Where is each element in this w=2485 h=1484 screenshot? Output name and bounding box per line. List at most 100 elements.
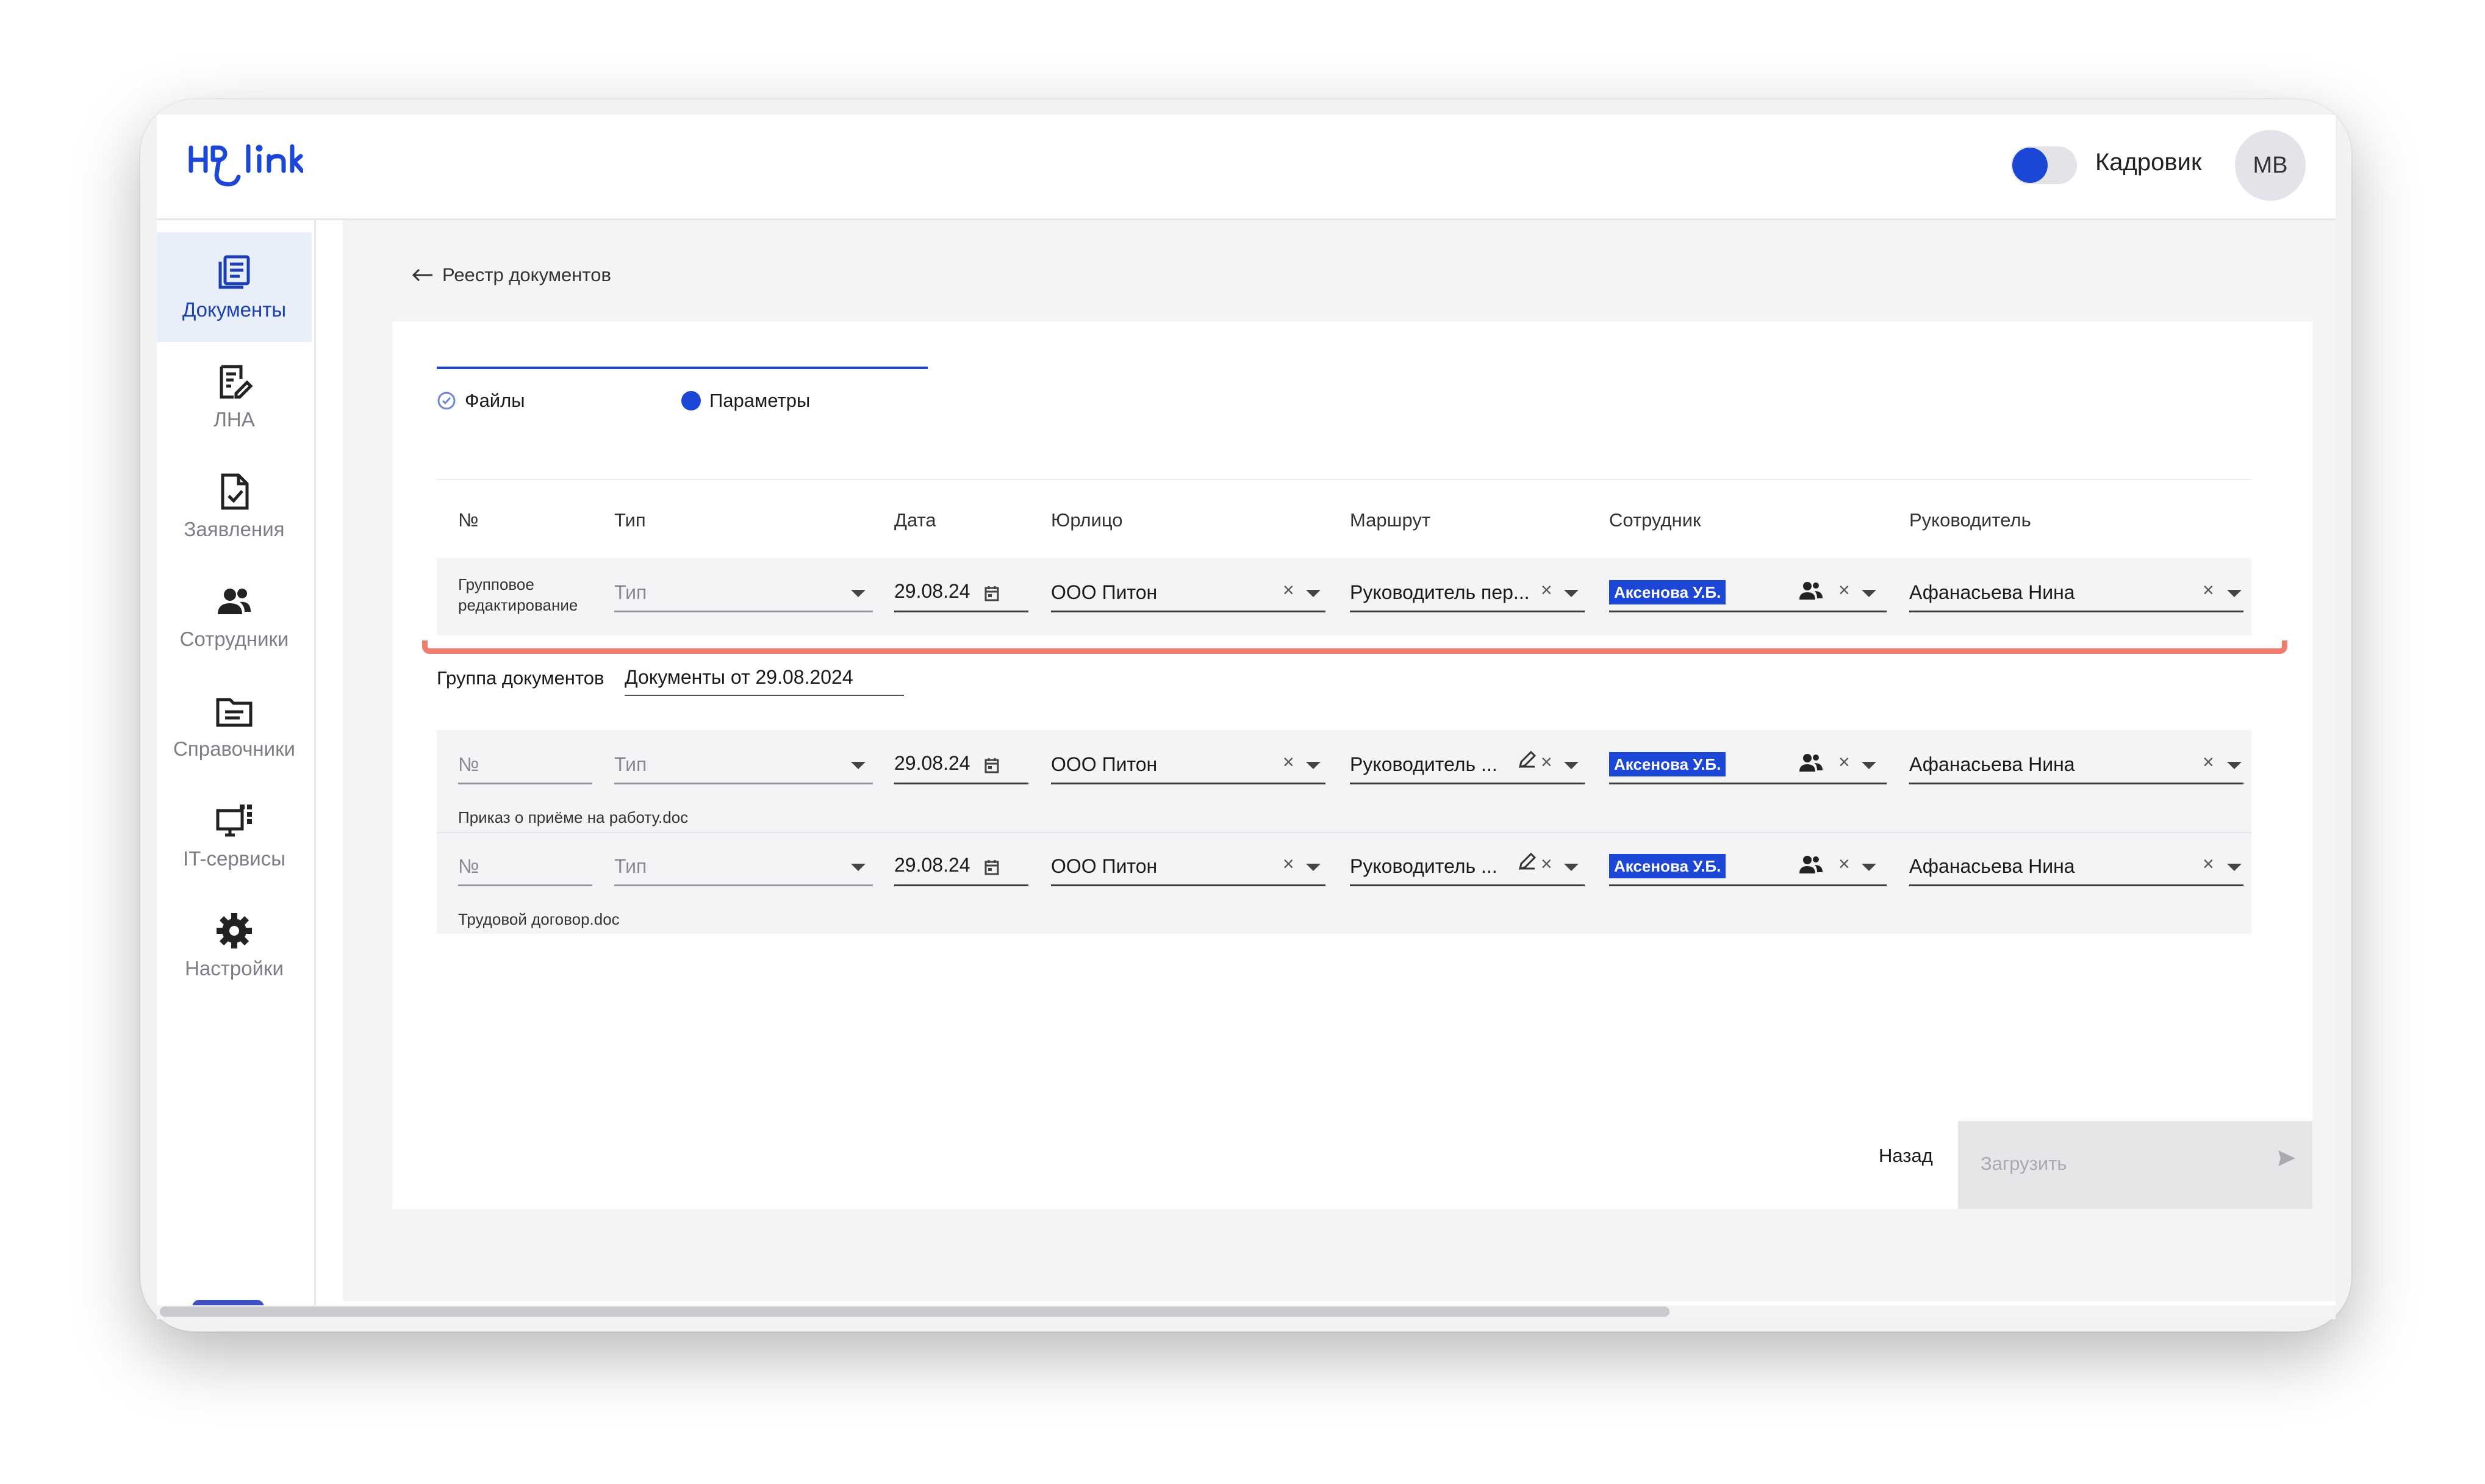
type-select[interactable]: Тип bbox=[614, 855, 647, 878]
role-toggle[interactable] bbox=[2011, 146, 2077, 184]
legal-entity-select[interactable]: ООО Питон bbox=[1051, 581, 1157, 604]
chevron-down-icon[interactable] bbox=[2227, 864, 2242, 871]
sidebar-item-employees[interactable]: Сотрудники bbox=[157, 562, 312, 672]
clear-icon[interactable]: × bbox=[1838, 853, 1850, 875]
chevron-down-icon[interactable] bbox=[851, 590, 866, 597]
field-underline bbox=[614, 611, 873, 612]
clear-icon[interactable]: × bbox=[2203, 853, 2214, 875]
pencil-icon[interactable] bbox=[1516, 748, 1538, 770]
chevron-down-icon[interactable] bbox=[1862, 762, 1876, 769]
clear-icon[interactable]: × bbox=[1283, 751, 1294, 773]
number-input[interactable]: № bbox=[458, 753, 479, 776]
step-files[interactable]: Файлы bbox=[437, 390, 525, 412]
step-parameters[interactable]: Параметры bbox=[681, 390, 810, 412]
type-select[interactable]: Тип bbox=[614, 753, 647, 776]
group-name-input[interactable]: Документы от 29.08.2024 bbox=[625, 666, 853, 689]
employee-tag[interactable]: Аксенова У.Б. bbox=[1609, 854, 1726, 878]
clear-icon[interactable]: × bbox=[2203, 579, 2214, 601]
employees-icon[interactable] bbox=[1799, 854, 1823, 875]
manager-select[interactable]: Афанасьева Нина bbox=[1909, 855, 2075, 878]
field-underline bbox=[458, 783, 592, 784]
date-input[interactable]: 29.08.24 bbox=[894, 752, 970, 775]
clear-icon[interactable]: × bbox=[1283, 853, 1294, 875]
legal-entity-select[interactable]: ООО Питон bbox=[1051, 753, 1157, 776]
type-select[interactable]: Тип bbox=[614, 581, 647, 604]
field-underline bbox=[614, 783, 873, 784]
chevron-down-icon[interactable] bbox=[1306, 590, 1321, 597]
date-input[interactable]: 29.08.24 bbox=[894, 580, 970, 603]
chevron-down-icon[interactable] bbox=[1862, 864, 1876, 871]
chevron-down-icon[interactable] bbox=[851, 864, 866, 871]
scrollbar-thumb[interactable] bbox=[160, 1307, 1669, 1317]
send-icon bbox=[2278, 1150, 2295, 1166]
employees-icon bbox=[218, 589, 251, 614]
employees-icon[interactable] bbox=[1799, 752, 1823, 773]
sidebar-item-it-services[interactable]: IT-сервисы bbox=[157, 781, 312, 891]
back-button[interactable]: Назад bbox=[1879, 1145, 1933, 1167]
clear-icon[interactable]: × bbox=[1838, 751, 1850, 773]
step-label: Параметры bbox=[709, 390, 811, 411]
column-header-manager: Руководитель bbox=[1909, 509, 2031, 531]
role-label: Кадровик bbox=[2095, 149, 2202, 176]
field-underline bbox=[1051, 611, 1325, 612]
legal-entity-select[interactable]: ООО Питон bbox=[1051, 855, 1157, 878]
chevron-down-icon[interactable] bbox=[1564, 590, 1579, 597]
manager-select[interactable]: Афанасьева Нина bbox=[1909, 753, 2075, 776]
lna-icon bbox=[220, 365, 253, 399]
sidebar-item-label: ЛНА bbox=[213, 408, 255, 431]
clear-icon[interactable]: × bbox=[1838, 579, 1850, 601]
group-name-label: Группа документов bbox=[437, 667, 604, 689]
hrlink-logo[interactable] bbox=[187, 142, 304, 190]
employee-tag[interactable]: Аксенова У.Б. bbox=[1609, 752, 1726, 776]
clear-icon[interactable]: × bbox=[1541, 751, 1552, 773]
sidebar-item-label: IT-сервисы bbox=[183, 847, 285, 870]
route-select[interactable]: Руководитель ... bbox=[1350, 855, 1497, 878]
field-underline bbox=[1350, 611, 1585, 612]
clear-icon[interactable]: × bbox=[2203, 751, 2214, 773]
route-select[interactable]: Руководитель пер... bbox=[1350, 581, 1530, 604]
route-select[interactable]: Руководитель ... bbox=[1350, 753, 1497, 776]
chevron-down-icon[interactable] bbox=[1564, 864, 1579, 871]
breadcrumb[interactable]: Реестр документов bbox=[412, 264, 611, 286]
chevron-down-icon[interactable] bbox=[851, 762, 866, 769]
employee-tag[interactable]: Аксенова У.Б. bbox=[1609, 580, 1726, 604]
calendar-icon[interactable] bbox=[984, 859, 1000, 876]
sidebar-item-lna[interactable]: ЛНА bbox=[157, 342, 312, 452]
calendar-icon[interactable] bbox=[984, 585, 1000, 602]
avatar[interactable]: МВ bbox=[2235, 130, 2306, 201]
chevron-down-icon[interactable] bbox=[1862, 590, 1876, 597]
sidebar-item-settings[interactable]: Настройки bbox=[157, 891, 312, 1001]
sidebar-item-documents[interactable]: Документы bbox=[157, 232, 312, 342]
field-underline bbox=[614, 884, 873, 886]
chevron-down-icon[interactable] bbox=[2227, 762, 2242, 769]
manager-select[interactable]: Афанасьева Нина bbox=[1909, 581, 2075, 604]
chevron-down-icon[interactable] bbox=[1306, 762, 1321, 769]
breadcrumb-link[interactable]: Реестр документов bbox=[442, 264, 611, 286]
chevron-down-icon[interactable] bbox=[2227, 590, 2242, 597]
sidebar-item-label: Сотрудники bbox=[179, 628, 289, 650]
clear-icon[interactable]: × bbox=[1541, 853, 1552, 875]
field-underline bbox=[625, 695, 904, 696]
chevron-down-icon[interactable] bbox=[1564, 762, 1579, 769]
employees-icon[interactable] bbox=[1799, 580, 1823, 601]
number-input[interactable]: № bbox=[458, 855, 479, 878]
horizontal-scrollbar[interactable] bbox=[157, 1305, 2336, 1319]
sidebar-item-label: Справочники bbox=[173, 737, 295, 760]
sidebar-item-applications[interactable]: Заявления bbox=[157, 452, 312, 562]
calendar-icon[interactable] bbox=[984, 757, 1000, 774]
chevron-down-icon[interactable] bbox=[1306, 864, 1321, 871]
clear-icon[interactable]: × bbox=[1283, 579, 1294, 601]
field-underline bbox=[1609, 783, 1887, 784]
upload-button[interactable]: Загрузить bbox=[1958, 1121, 2312, 1209]
clear-icon[interactable]: × bbox=[1541, 579, 1552, 601]
table-row: № Тип 29.08.24 ООО Питон × Руководитель … bbox=[437, 832, 2251, 934]
sidebar-item-directories[interactable]: Справочники bbox=[157, 672, 312, 781]
sidebar-item-label: Заявления bbox=[184, 518, 285, 540]
field-underline bbox=[1350, 783, 1585, 784]
pencil-icon[interactable] bbox=[1516, 850, 1538, 872]
check-circle-icon bbox=[437, 392, 456, 410]
column-header-type: Тип bbox=[614, 509, 646, 531]
date-input[interactable]: 29.08.24 bbox=[894, 854, 970, 876]
it-services-icon bbox=[216, 805, 252, 837]
settings-icon bbox=[217, 913, 252, 948]
